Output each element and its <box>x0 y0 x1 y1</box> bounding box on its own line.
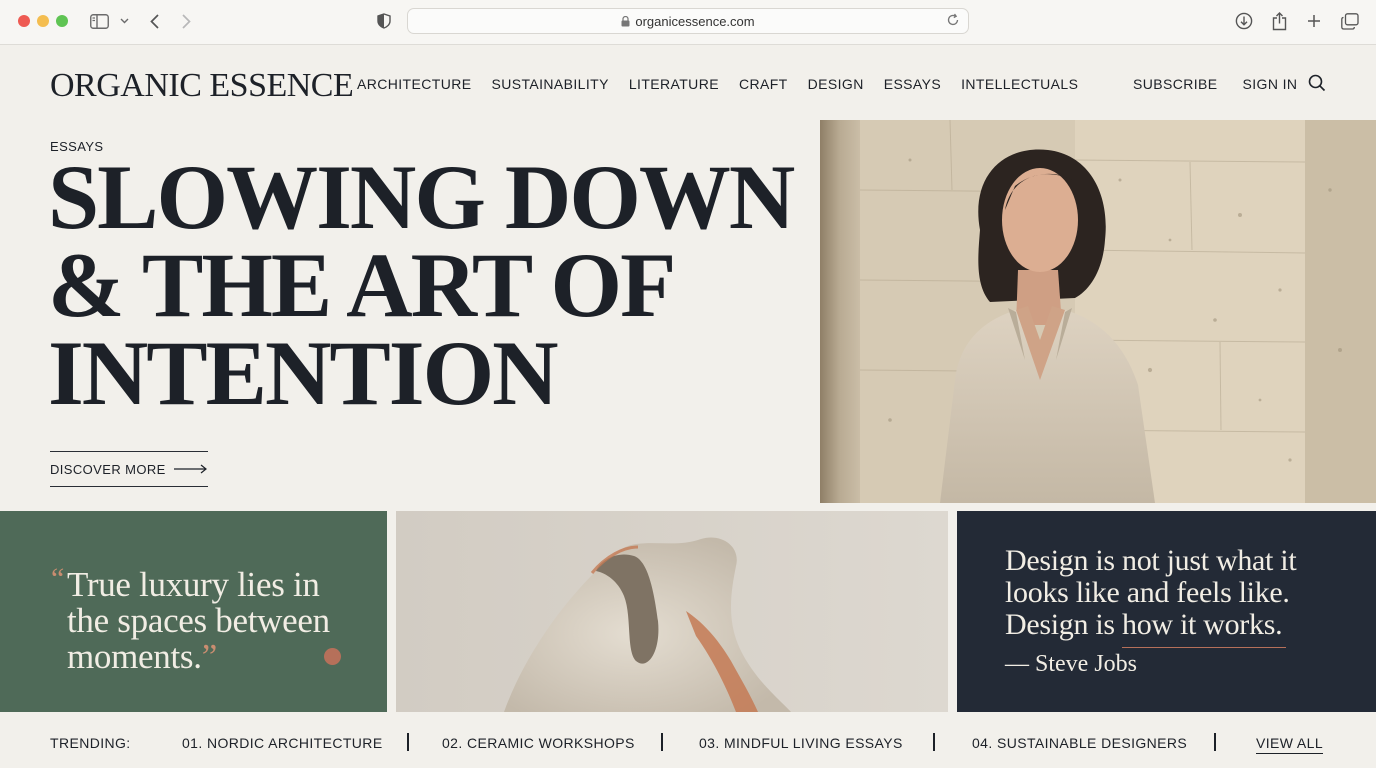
nav-item-craft[interactable]: CRAFT <box>739 76 788 92</box>
reload-icon[interactable] <box>946 13 960 27</box>
trending-label: TRENDING: <box>50 735 131 751</box>
divider <box>933 733 935 751</box>
hero-portrait-image[interactable] <box>820 120 1376 503</box>
lock-icon <box>621 15 630 27</box>
trending-bar: TRENDING: 01. NORDIC ARCHITECTURE 02. CE… <box>0 712 1376 768</box>
zoom-window-button[interactable] <box>56 15 68 27</box>
open-quote-mark: “ <box>51 562 65 595</box>
divider <box>1214 733 1216 751</box>
new-tab-icon[interactable] <box>1305 10 1323 32</box>
sign-in-link[interactable]: SIGN IN <box>1243 76 1298 92</box>
account-nav: SUBSCRIBE SIGN IN <box>1133 76 1297 92</box>
hero-headline[interactable]: SLOWING DOWN & THE ART OF INTENTION <box>48 146 808 424</box>
close-quote-mark: ” <box>201 637 218 676</box>
steve-jobs-quote-card[interactable]: Design is not just what it looks like an… <box>957 511 1376 712</box>
minimize-window-button[interactable] <box>37 15 49 27</box>
close-window-button[interactable] <box>18 15 30 27</box>
quote-text: True luxury lies in the spaces between m… <box>67 567 367 675</box>
quote-underline <box>1122 647 1286 648</box>
headline-line: & THE ART OF <box>48 234 676 336</box>
discover-more-label: DISCOVER MORE <box>50 461 166 477</box>
divider <box>661 733 663 751</box>
url-text: organicessence.com <box>635 13 755 29</box>
headline-line: SLOWING DOWN <box>48 146 795 248</box>
accent-dot <box>324 648 341 665</box>
discover-more-button[interactable]: DISCOVER MORE <box>50 451 208 487</box>
trending-item[interactable]: 02. CERAMIC WORKSHOPS <box>442 735 635 751</box>
search-icon[interactable] <box>1308 74 1326 92</box>
nav-item-essays[interactable]: ESSAYS <box>884 76 941 92</box>
quote-author: — Steve Jobs <box>1005 651 1137 677</box>
sidebar-icon[interactable] <box>89 10 109 32</box>
arrow-right-icon <box>174 462 208 477</box>
trending-item[interactable]: 03. MINDFUL LIVING ESSAYS <box>699 735 903 751</box>
download-icon[interactable] <box>1234 10 1254 32</box>
subscribe-link[interactable]: SUBSCRIBE <box>1133 76 1218 92</box>
forward-arrow-icon[interactable] <box>178 10 194 32</box>
back-arrow-icon[interactable] <box>146 10 162 32</box>
nav-item-literature[interactable]: LITERATURE <box>629 76 719 92</box>
nav-item-intellectuals[interactable]: INTELLECTUALS <box>961 76 1078 92</box>
view-all-link[interactable]: VIEW ALL <box>1256 735 1324 754</box>
site-logo[interactable]: ORGANIC ESSENCE <box>50 67 354 105</box>
shield-icon[interactable] <box>375 10 393 32</box>
headline-line: INTENTION <box>48 322 559 424</box>
nav-item-sustainability[interactable]: SUSTAINABILITY <box>491 76 608 92</box>
jobs-quote-text: Design is not just what it looks like an… <box>1005 544 1297 641</box>
quote-body: True luxury lies in the spaces between m… <box>67 565 330 676</box>
share-icon[interactable] <box>1270 10 1288 32</box>
main-nav: ARCHITECTURE SUSTAINABILITY LITERATURE C… <box>357 76 1078 92</box>
quote-card[interactable]: “ True luxury lies in the spaces between… <box>0 511 387 712</box>
address-bar[interactable]: organicessence.com <box>407 8 969 34</box>
browser-toolbar: organicessence.com <box>0 0 1376 45</box>
chevron-down-icon[interactable] <box>118 10 130 32</box>
tabs-overview-icon[interactable] <box>1340 10 1360 32</box>
trending-item[interactable]: 04. SUSTAINABLE DESIGNERS <box>972 735 1187 751</box>
trending-item[interactable]: 01. NORDIC ARCHITECTURE <box>182 735 383 751</box>
ceramic-vase-image[interactable] <box>396 511 948 712</box>
nav-item-architecture[interactable]: ARCHITECTURE <box>357 76 471 92</box>
nav-item-design[interactable]: DESIGN <box>808 76 864 92</box>
divider <box>407 733 409 751</box>
